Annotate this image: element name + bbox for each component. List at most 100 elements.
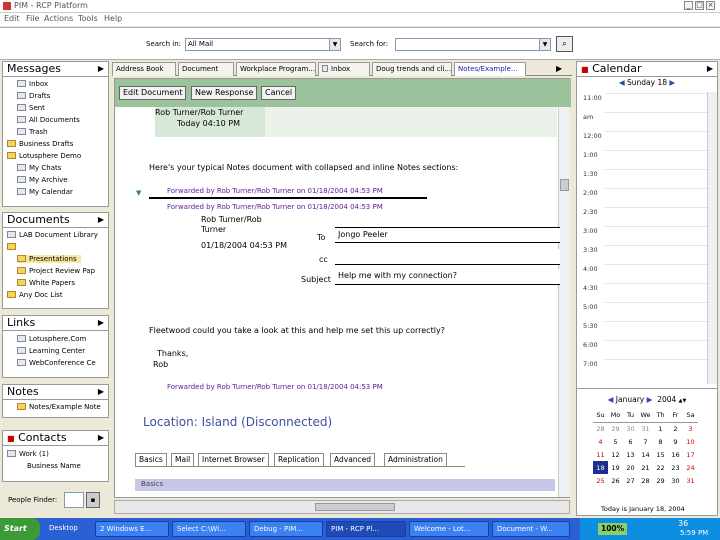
menu-help[interactable]: Help: [104, 14, 122, 23]
day-cell[interactable]: 16: [668, 448, 683, 461]
tree-item-my-calendar[interactable]: My Calendar: [17, 188, 73, 196]
scrollbar-thumb[interactable]: [560, 179, 569, 191]
search-for-input[interactable]: ▼: [395, 38, 551, 51]
day-cell[interactable]: 21: [638, 461, 653, 474]
task-welcome-lotus[interactable]: Welcome - Lot...: [409, 521, 489, 537]
messages-header[interactable]: Messages ▶: [3, 62, 108, 77]
contacts-header[interactable]: ■ Contacts ▶: [3, 431, 108, 446]
day-cell[interactable]: 27: [623, 474, 638, 487]
tree-item-any-doc[interactable]: Any Doc List: [7, 291, 63, 299]
day-timeline[interactable]: 11:00 am 12:00 1:00 1:30 2:00 2:30 3:00 3:30 4:00…: [577, 92, 717, 384]
expand-triangle-icon[interactable]: ▼: [136, 189, 141, 197]
close-icon[interactable]: ×: [706, 1, 715, 10]
next-day-icon[interactable]: ▶: [669, 78, 675, 87]
people-finder-input[interactable]: [64, 492, 84, 508]
day-cell[interactable]: 22: [653, 461, 668, 474]
tree-item-drafts[interactable]: Drafts: [17, 92, 50, 100]
day-cell[interactable]: 15: [653, 448, 668, 461]
day-cell[interactable]: 7: [638, 435, 653, 448]
calendar-scrollbar[interactable]: [707, 92, 717, 384]
day-cell[interactable]: 24: [683, 461, 698, 474]
link-learning-center[interactable]: Learning Center: [17, 347, 85, 355]
tree-item-all-documents[interactable]: All Documents: [17, 116, 80, 124]
day-cell[interactable]: 6: [623, 435, 638, 448]
task-windows-explorer[interactable]: 2 Windows E...: [95, 521, 169, 537]
tree-item-sent[interactable]: Sent: [17, 104, 45, 112]
task-document-word[interactable]: Document - W...: [492, 521, 570, 537]
day-cell[interactable]: 5: [608, 435, 623, 448]
tree-item-my-archive[interactable]: My Archive: [17, 176, 68, 184]
day-cell[interactable]: 23: [668, 461, 683, 474]
tab-administration[interactable]: Administration: [384, 453, 447, 466]
day-cell[interactable]: 31: [683, 474, 698, 487]
contact-group-work[interactable]: Work (1): [7, 450, 49, 458]
minimize-icon[interactable]: _: [684, 1, 693, 10]
cc-field[interactable]: [335, 249, 560, 265]
chevron-down-icon[interactable]: ▼: [539, 39, 550, 50]
chevron-right-icon[interactable]: ▶: [98, 62, 104, 76]
day-cell[interactable]: 14: [638, 448, 653, 461]
day-cell[interactable]: 20: [623, 461, 638, 474]
tree-item-blank[interactable]: [7, 243, 19, 251]
tab-internet-browser[interactable]: Internet Browser: [198, 453, 269, 466]
day-cell[interactable]: 1: [653, 422, 668, 435]
day-cell[interactable]: 26: [608, 474, 623, 487]
day-cell[interactable]: 28: [638, 474, 653, 487]
note-example[interactable]: Notes/Example Note: [17, 403, 101, 411]
day-cell[interactable]: 11: [593, 448, 608, 461]
year-spinner-icon[interactable]: ▲▼: [679, 398, 687, 404]
day-cell[interactable]: 25: [593, 474, 608, 487]
tree-item-lotusphere-demo[interactable]: Lotusphere Demo: [7, 152, 81, 160]
forwarded-link-3[interactable]: Forwarded by Rob Turner/Rob Turner on 01…: [167, 383, 383, 391]
task-debug-pim[interactable]: Debug - PIM...: [249, 521, 323, 537]
tree-item-trash[interactable]: Trash: [17, 128, 48, 136]
links-header[interactable]: Links ▶: [3, 316, 108, 331]
chevron-right-icon[interactable]: ▶: [98, 385, 104, 399]
search-icon[interactable]: ⌕: [556, 36, 573, 52]
tab-notes-example[interactable]: Notes/Example...: [454, 62, 526, 76]
tree-item-lab-library[interactable]: LAB Document Library: [7, 231, 98, 239]
day-cell[interactable]: 30: [623, 422, 638, 435]
day-cell[interactable]: 10: [683, 435, 698, 448]
task-pim-rcp[interactable]: PIM - RCP Pl...: [326, 521, 406, 537]
day-cell[interactable]: 29: [653, 474, 668, 487]
menu-file[interactable]: File: [26, 14, 39, 23]
tab-address-book[interactable]: Address Book: [112, 62, 176, 76]
link-webconference[interactable]: WebConference Ce: [17, 359, 96, 367]
tab-mail[interactable]: Mail: [171, 453, 195, 466]
menu-actions[interactable]: Actions: [44, 14, 73, 23]
menu-tools[interactable]: Tools: [78, 14, 98, 23]
day-cell[interactable]: 28: [593, 422, 608, 435]
chevron-down-icon[interactable]: ▼: [329, 39, 340, 50]
day-cell[interactable]: 3: [683, 422, 698, 435]
tab-replication[interactable]: Replication: [274, 453, 324, 466]
prev-month-icon[interactable]: ◀: [608, 395, 614, 404]
hscroll-thumb[interactable]: [315, 503, 395, 511]
tree-item-project-review[interactable]: Project Review Pap: [17, 267, 95, 275]
chevron-right-icon[interactable]: ▶: [707, 62, 713, 76]
new-response-button[interactable]: New Response: [191, 86, 258, 100]
notes-header[interactable]: Notes ▶: [3, 385, 108, 400]
day-cell[interactable]: 12: [608, 448, 623, 461]
day-cell[interactable]: 8: [653, 435, 668, 448]
day-cell[interactable]: 18: [593, 461, 608, 474]
tree-item-my-chats[interactable]: My Chats: [17, 164, 61, 172]
to-field[interactable]: Jongo Peeler: [335, 227, 560, 243]
tab-basics[interactable]: Basics: [135, 453, 167, 466]
zoom-level[interactable]: 100%: [598, 523, 628, 535]
chevron-right-icon[interactable]: ▶: [98, 316, 104, 330]
task-select-cmd[interactable]: Select C:\Wi...: [172, 521, 246, 537]
menu-edit[interactable]: Edit: [4, 14, 20, 23]
edit-document-button[interactable]: Edit Document: [119, 86, 187, 100]
tab-workplace-program[interactable]: Workplace Program...: [236, 62, 316, 76]
prev-day-icon[interactable]: ◀: [619, 78, 625, 87]
day-cell[interactable]: 30: [668, 474, 683, 487]
day-cell[interactable]: 4: [593, 435, 608, 448]
forwarded-link-1[interactable]: Forwarded by Rob Turner/Rob Turner on 01…: [167, 187, 383, 195]
documents-header[interactable]: Documents ▶: [3, 213, 108, 228]
day-cell[interactable]: 17: [683, 448, 698, 461]
day-cell[interactable]: 29: [608, 422, 623, 435]
tab-document[interactable]: Document: [178, 62, 234, 76]
next-month-icon[interactable]: ▶: [647, 395, 653, 404]
tab-inbox[interactable]: Inbox: [318, 62, 370, 76]
